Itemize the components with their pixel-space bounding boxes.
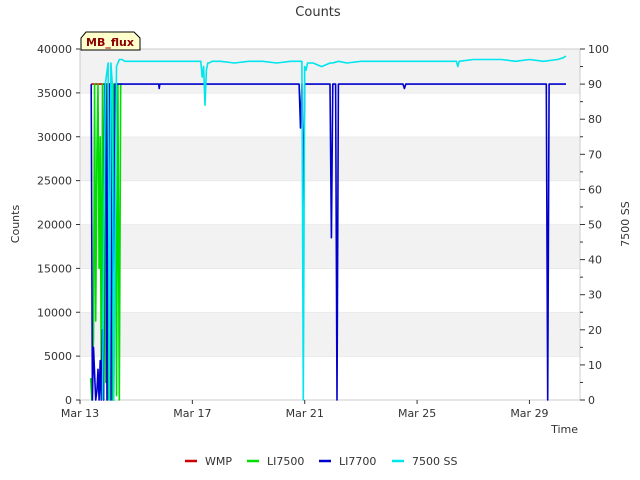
y-tick-label: 35000 [37, 87, 72, 100]
y2-tick-label: 90 [588, 78, 602, 91]
x-tick-label: Mar 25 [398, 407, 436, 420]
grid-band [80, 224, 580, 269]
legend-item-li7700: LI7700 [319, 455, 376, 468]
y-tick-label: 25000 [37, 175, 72, 188]
y2-tick-label: 50 [588, 219, 602, 232]
left-axis-ticks: 0 5000 10000 15000 20000 25000 30000 35000 40000 [37, 43, 80, 407]
counts-chart: 0 5000 10000 15000 20000 25000 30000 35000 40000… [9, 5, 632, 468]
grid-band [80, 356, 580, 400]
y-tick-label: 15000 [37, 262, 72, 275]
grid-band [80, 268, 580, 313]
y2-tick-label: 0 [588, 394, 595, 407]
legend: WMP LI7500 LI7700 7500 SS [185, 455, 457, 468]
legend-label: WMP [205, 455, 232, 468]
x-axis-label: Time [550, 423, 578, 436]
right-axis-ticks: 0 10 20 30 40 50 60 70 80 90 100 [580, 43, 609, 407]
y-tick-label: 40000 [37, 43, 72, 56]
legend-label: 7500 SS [412, 455, 457, 468]
y2-tick-label: 20 [588, 324, 602, 337]
y-tick-label: 5000 [44, 350, 72, 363]
legend-item-li7500: LI7500 [247, 455, 304, 468]
y-tick-label: 0 [65, 394, 72, 407]
y2-tick-label: 70 [588, 148, 602, 161]
grid-band [80, 180, 580, 225]
legend-item-7500-ss: 7500 SS [392, 455, 457, 468]
y-tick-label: 30000 [37, 131, 72, 144]
y-tick-label: 10000 [37, 306, 72, 319]
site-badge: MB_flux [80, 31, 141, 51]
y-tick-label: 20000 [37, 219, 72, 232]
y2-tick-label: 60 [588, 183, 602, 196]
x-tick-label: Mar 17 [173, 407, 211, 420]
y-axis-label: Counts [9, 205, 22, 244]
y2-tick-label: 80 [588, 113, 602, 126]
grid-band [80, 312, 580, 357]
x-tick-label: Mar 29 [510, 407, 548, 420]
y2-tick-label: 30 [588, 289, 602, 302]
y2-tick-label: 40 [588, 254, 602, 267]
x-axis-ticks: Mar 13 Mar 17 Mar 21 Mar 25 Mar 29 [61, 400, 549, 420]
x-tick-label: Mar 21 [286, 407, 324, 420]
chart-title: Counts [295, 5, 341, 20]
legend-item-wmp: WMP [185, 455, 232, 468]
site-badge-label: MB_flux [86, 36, 134, 49]
y2-tick-label: 100 [588, 43, 609, 56]
legend-label: LI7700 [339, 455, 376, 468]
y2-axis-label: 7500 SS [619, 201, 632, 246]
x-tick-label: Mar 13 [61, 407, 99, 420]
y2-tick-label: 10 [588, 359, 602, 372]
legend-label: LI7500 [267, 455, 304, 468]
